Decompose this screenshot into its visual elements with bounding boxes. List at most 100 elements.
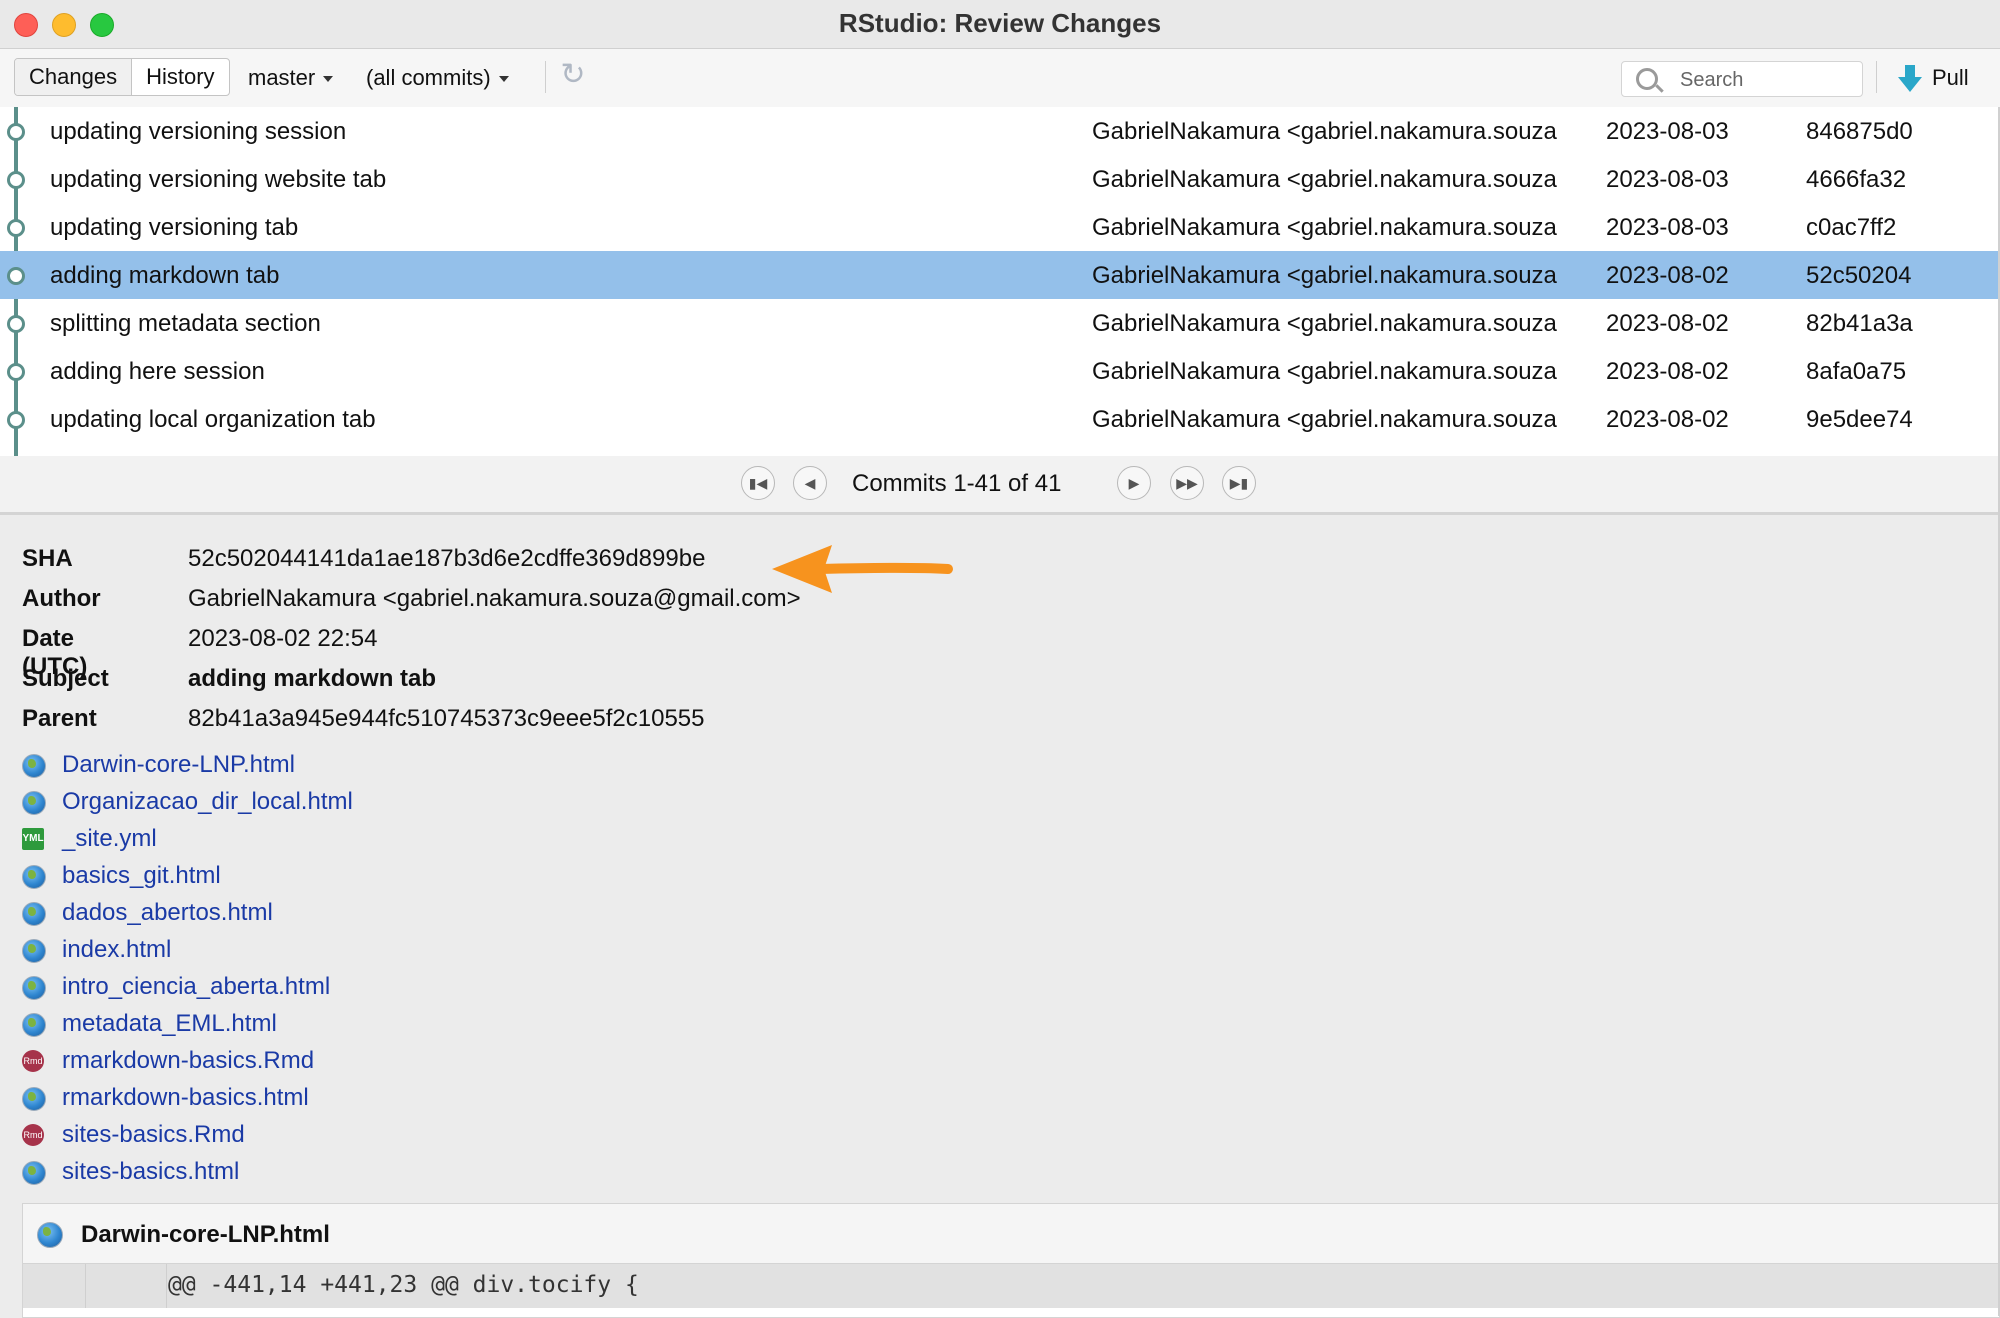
branch-dropdown[interactable]: master (248, 65, 334, 91)
html-globe-icon (22, 791, 46, 815)
commit-filter-label: (all commits) (366, 65, 491, 90)
commit-sha: 9e5dee74 (1806, 406, 1913, 433)
changed-file-link[interactable]: rmarkdown-basics.Rmd (62, 1047, 314, 1075)
commit-subject: adding markdown tab (50, 262, 280, 289)
commit-pager: ▮◀ ◀ Commits 1-41 of 41 ▶ ▶▶ ▶▮ (0, 456, 1998, 515)
annotation-arrow-icon (772, 545, 953, 593)
changed-file-link[interactable]: index.html (62, 936, 171, 964)
last-page-button[interactable]: ▶▮ (1222, 466, 1256, 500)
commit-sha: 8afa0a75 (1806, 358, 1907, 385)
html-globe-icon (22, 1013, 46, 1037)
toolbar-divider (545, 61, 546, 93)
parent-value[interactable]: 82b41a3a945e944fc510745373c9eee5f2c10555 (188, 705, 705, 733)
commit-details: SHA 52c502044141da1ae187b3d6e2cdffe369d8… (0, 515, 1998, 1316)
html-globe-icon (22, 1087, 46, 1111)
diff-file-name: Darwin-core-LNP.html (81, 1221, 330, 1248)
commit-date: 2023-08-03 (1606, 166, 1729, 193)
meta-label: Parent (22, 705, 97, 732)
commit-author: GabrielNakamura <gabriel.nakamura.souza (1092, 166, 1557, 193)
commit-date: 2023-08-03 (1606, 118, 1729, 145)
meta-label: Author (22, 585, 101, 612)
rmd-icon: Rmd (22, 1124, 44, 1146)
fast-forward-button[interactable]: ▶▶ (1170, 466, 1204, 500)
commit-sha: 52c50204 (1806, 262, 1912, 289)
tab-changes[interactable]: Changes (15, 59, 133, 95)
commit-row[interactable]: adding markdown tab GabrielNakamura <gabr… (0, 251, 1998, 299)
changed-file-link[interactable]: sites-basics.Rmd (62, 1121, 245, 1149)
commit-node-icon (7, 411, 25, 429)
commit-node-icon (7, 315, 25, 333)
commit-author: GabrielNakamura <gabriel.nakamura.souza (1092, 358, 1557, 385)
html-globe-icon (22, 976, 46, 1000)
changed-file-link[interactable]: sites-basics.html (62, 1158, 239, 1186)
changed-file-link[interactable]: basics_git.html (62, 862, 221, 890)
commit-date: 2023-08-02 (1606, 358, 1729, 385)
date-value: 2023-08-02 22:54 (188, 625, 378, 652)
meta-label: SHA (22, 545, 73, 572)
commit-date: 2023-08-02 (1606, 310, 1729, 337)
commit-row[interactable]: updating versioning tab GabrielNakamura <… (0, 203, 1998, 251)
html-globe-icon (22, 939, 46, 963)
subject-value: adding markdown tab (188, 665, 437, 692)
changed-file-link[interactable]: dados_abertos.html (62, 899, 273, 927)
commit-sha: 82b41a3a (1806, 310, 1913, 337)
commit-subject: updating versioning website tab (50, 166, 387, 193)
window-titlebar: RStudio: Review Changes (0, 0, 2000, 49)
commit-sha: c0ac7ff2 (1806, 214, 1897, 241)
commit-date: 2023-08-03 (1606, 214, 1729, 241)
commit-date: 2023-08-02 (1606, 406, 1729, 433)
changed-file-link[interactable]: rmarkdown-basics.html (62, 1084, 309, 1112)
chevron-down-icon (498, 76, 509, 83)
diff-hunk-header: @@ -441,14 +441,23 @@ div.tocify { (168, 1272, 639, 1298)
changed-file-link[interactable]: metadata_EML.html (62, 1010, 277, 1038)
pull-button[interactable]: Pull (1898, 61, 1969, 95)
commit-filter-dropdown[interactable]: (all commits) (366, 65, 509, 91)
toolbar: Changes History master (all commits) ↻ P… (0, 49, 2000, 108)
commit-subject: adding here session (50, 358, 265, 385)
first-page-button[interactable]: ▮◀ (741, 466, 775, 500)
changed-file-link[interactable]: intro_ciencia_aberta.html (62, 973, 330, 1001)
diff-file-header: Darwin-core-LNP.html (22, 1203, 2000, 1265)
refresh-icon[interactable]: ↻ (557, 59, 589, 91)
commit-node-icon (7, 363, 25, 381)
chevron-down-icon (323, 76, 334, 83)
commit-row[interactable]: updating local organization tab GabrielNa… (0, 395, 1998, 443)
commit-node-icon (7, 219, 25, 237)
commit-date: 2023-08-02 (1606, 262, 1729, 289)
search-box[interactable] (1621, 61, 1863, 97)
previous-page-button[interactable]: ◀ (793, 466, 827, 500)
changed-file-link[interactable]: Darwin-core-LNP.html (62, 751, 295, 779)
commit-sha: 4666fa32 (1806, 166, 1907, 193)
commit-node-icon (7, 171, 25, 189)
commit-author: GabrielNakamura <gabriel.nakamura.souza (1092, 262, 1557, 289)
author-value: GabrielNakamura <gabriel.nakamura.souza@… (188, 585, 801, 612)
commit-author: GabrielNakamura <gabriel.nakamura.souza (1092, 310, 1557, 337)
commit-node-icon (7, 123, 25, 141)
changed-file-link[interactable]: Organizacao_dir_local.html (62, 788, 353, 816)
commit-row[interactable]: updating versioning session GabrielNakamu… (0, 107, 1998, 155)
view-tabs: Changes History (14, 58, 230, 96)
commit-row[interactable]: adding here session GabrielNakamura <gabr… (0, 347, 1998, 395)
changed-file-link[interactable]: _site.yml (62, 825, 157, 853)
commit-author: GabrielNakamura <gabriel.nakamura.souza (1092, 406, 1557, 433)
pull-arrow-icon (1898, 65, 1922, 93)
commit-node-icon (7, 267, 25, 285)
commit-subject: splitting metadata section (50, 310, 321, 337)
commit-subject: updating versioning session (50, 118, 347, 145)
commit-list: updating versioning session GabrielNakamu… (0, 107, 1998, 456)
next-page-button[interactable]: ▶ (1117, 466, 1151, 500)
html-globe-icon (22, 865, 46, 889)
commit-sha: 846875d0 (1806, 118, 1913, 145)
commit-author: GabrielNakamura <gabriel.nakamura.souza (1092, 214, 1557, 241)
commit-row[interactable]: splitting metadata section GabrielNakamur… (0, 299, 1998, 347)
commit-subject: updating versioning tab (50, 214, 299, 241)
diff-next-line (23, 1308, 1999, 1317)
html-globe-icon (22, 1161, 46, 1185)
rmd-icon: Rmd (22, 1050, 44, 1072)
commit-row[interactable]: updating versioning website tab GabrielNa… (0, 155, 1998, 203)
tab-history[interactable]: History (132, 59, 228, 95)
diff-view: @@ -441,14 +441,23 @@ div.tocify { (22, 1263, 2000, 1318)
pager-label: Commits 1-41 of 41 (852, 470, 1062, 497)
search-input[interactable] (1678, 66, 1852, 94)
branch-label: master (248, 65, 316, 90)
